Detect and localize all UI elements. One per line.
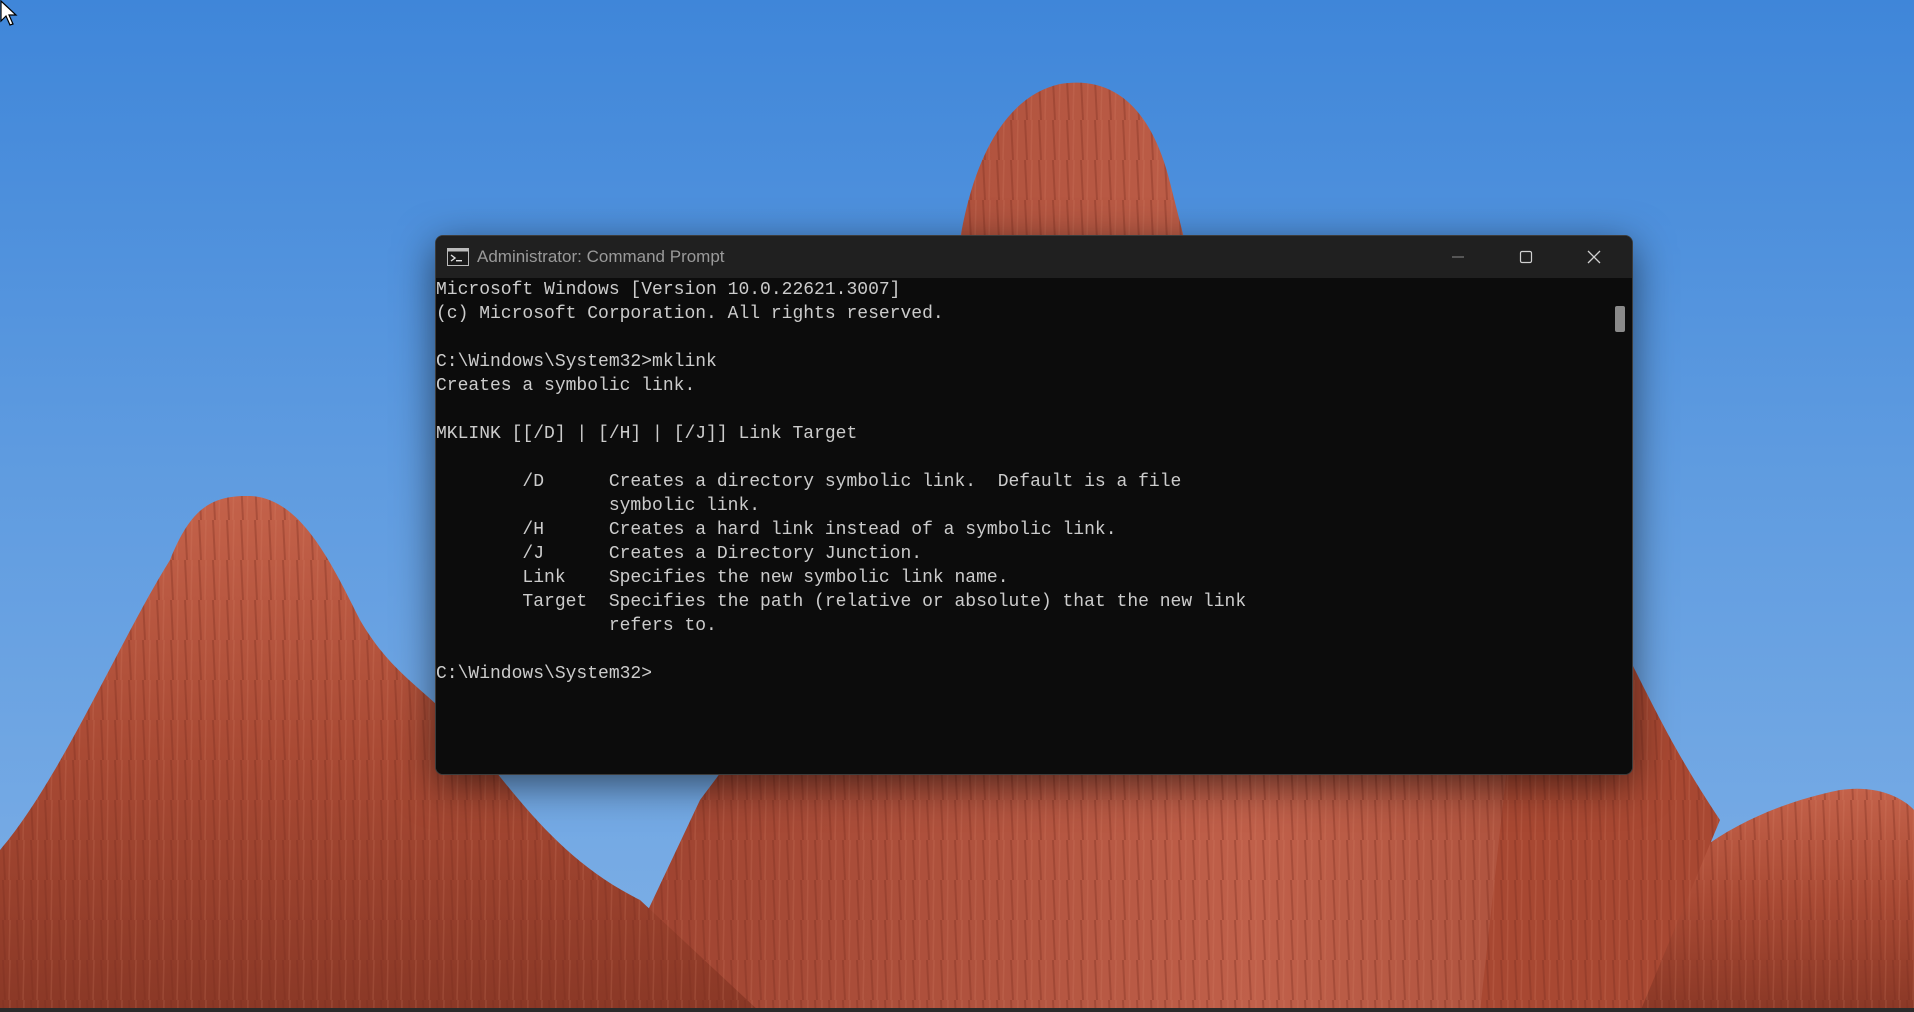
desktop: Administrator: Command Prompt Microsoft … (0, 0, 1914, 1012)
console-line: Link Specifies the new symbolic link nam… (436, 568, 1009, 588)
console-line: refers to. (436, 616, 717, 636)
console-line: /H Creates a hard link instead of a symb… (436, 520, 1117, 540)
cmd-icon (447, 248, 469, 266)
console-line: MKLINK [[/D] | [/H] | [/J]] Link Target (436, 424, 858, 444)
console-line: /J Creates a Directory Junction. (436, 544, 923, 564)
window-title: Administrator: Command Prompt (477, 247, 725, 266)
close-button[interactable] (1560, 236, 1628, 278)
console-line: symbolic link. (436, 496, 761, 516)
command-prompt-line[interactable]: C:\Windows\System32> (436, 662, 652, 686)
mouse-cursor-icon (0, 0, 18, 26)
maximize-button[interactable] (1492, 236, 1560, 278)
console-line: Microsoft Windows [Version 10.0.22621.30… (436, 280, 901, 300)
minimize-icon (1452, 256, 1464, 258)
console-line: C:\Windows\System32>mklink (436, 352, 717, 372)
maximize-icon (1519, 250, 1533, 264)
command-prompt-window[interactable]: Administrator: Command Prompt Microsoft … (435, 235, 1633, 775)
taskbar-edge (0, 1008, 1914, 1012)
console-line: Target Specifies the path (relative or a… (436, 592, 1247, 612)
console-line: (c) Microsoft Corporation. All rights re… (436, 304, 944, 324)
minimize-button[interactable] (1424, 236, 1492, 278)
vertical-scrollbar[interactable] (1608, 278, 1632, 774)
close-icon (1587, 250, 1601, 264)
console-line: Creates a symbolic link. (436, 376, 696, 396)
console-line: /D Creates a directory symbolic link. De… (436, 472, 1182, 492)
scrollbar-thumb[interactable] (1615, 306, 1625, 332)
title-bar[interactable]: Administrator: Command Prompt (436, 236, 1632, 278)
console-output[interactable]: Microsoft Windows [Version 10.0.22621.30… (436, 278, 1608, 774)
